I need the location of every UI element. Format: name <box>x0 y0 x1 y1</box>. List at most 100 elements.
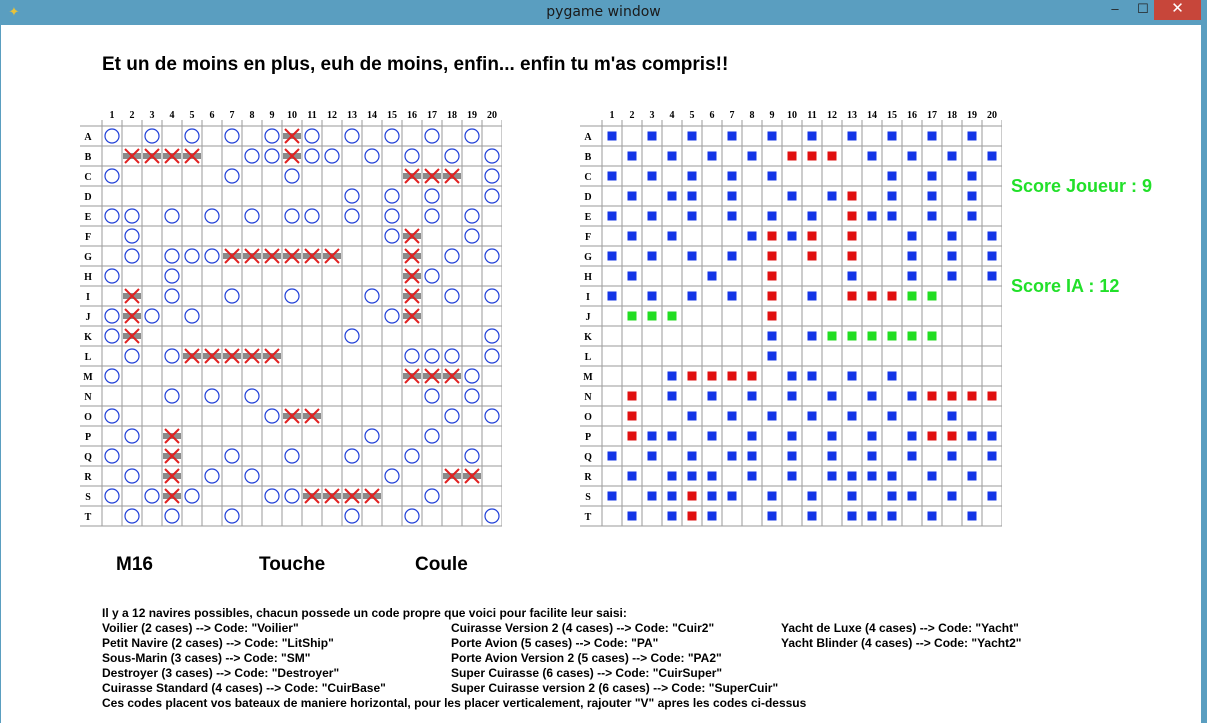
shot-miss-marker <box>807 291 817 301</box>
column-label: 8 <box>750 110 755 121</box>
column-label: 3 <box>650 110 655 121</box>
shot-miss-marker <box>947 251 957 261</box>
row-label: I <box>86 292 90 303</box>
shot-miss-marker <box>747 451 757 461</box>
column-label: 19 <box>467 110 477 121</box>
column-label: 6 <box>710 110 715 121</box>
shot-miss-marker <box>647 211 657 221</box>
shot-hit-marker <box>927 391 937 401</box>
shot-miss-marker <box>707 471 717 481</box>
shot-miss-marker <box>907 491 917 501</box>
shot-miss-marker <box>987 431 997 441</box>
shot-miss-marker <box>647 171 657 181</box>
column-label: 10 <box>787 110 797 121</box>
ship-position-marker <box>867 331 877 341</box>
instructions-footer: Ces codes placent vos bateaux de maniere… <box>102 696 807 710</box>
player-board[interactable]: 1 2 3 4 5 6 7 8 9 10 11 12 13 14 15 16 17 18 19 20ABCDEFGHI… <box>80 104 502 528</box>
shot-hit-marker <box>847 231 857 241</box>
shot-miss-marker <box>707 391 717 401</box>
shot-miss-marker <box>787 191 797 201</box>
ship-codes-column-2: Cuirasse Version 2 (4 cases) --> Code: "… <box>451 621 778 696</box>
row-label: P <box>585 432 591 443</box>
shot-miss-marker <box>727 211 737 221</box>
maximize-button[interactable]: ☐ <box>1129 0 1157 20</box>
ship-position-marker <box>907 291 917 301</box>
shot-miss-marker <box>867 211 877 221</box>
column-label: 7 <box>230 110 235 121</box>
shot-miss-marker <box>907 431 917 441</box>
row-label: G <box>584 252 592 263</box>
shot-miss-marker <box>847 471 857 481</box>
row-label: E <box>585 212 592 223</box>
shot-miss-marker <box>667 371 677 381</box>
ship-code-line: Destroyer (3 cases) --> Code: "Destroyer… <box>102 666 340 680</box>
shot-miss-marker <box>807 211 817 221</box>
shot-miss-marker <box>707 431 717 441</box>
shot-miss-marker <box>967 431 977 441</box>
shot-miss-marker <box>607 171 617 181</box>
shot-miss-marker <box>927 471 937 481</box>
row-label: G <box>84 252 92 263</box>
row-label: S <box>85 492 91 503</box>
shot-hit-marker <box>807 151 817 161</box>
ship-code-line: Yacht de Luxe (4 cases) --> Code: "Yacht… <box>781 621 1019 635</box>
ship-code-line: Porte Avion Version 2 (5 cases) --> Code… <box>451 651 722 665</box>
shot-miss-marker <box>767 511 777 521</box>
shot-miss-marker <box>787 451 797 461</box>
shot-miss-marker <box>827 471 837 481</box>
row-label: H <box>84 272 92 283</box>
row-label: T <box>585 512 592 523</box>
shot-hit-marker <box>627 411 637 421</box>
ship-position-marker <box>647 311 657 321</box>
hit-status: Touche <box>259 554 326 575</box>
shot-miss-marker <box>687 291 697 301</box>
shot-miss-marker <box>767 491 777 501</box>
shot-miss-marker <box>767 211 777 221</box>
column-label: 20 <box>987 110 997 121</box>
column-label: 13 <box>847 110 857 121</box>
shot-hit-marker <box>767 291 777 301</box>
row-label: B <box>585 152 592 163</box>
ai-board[interactable]: 1 2 3 4 5 6 7 8 9 10 11 12 13 14 15 16 17 18 19 20ABCDEFGHI… <box>580 104 1002 528</box>
shot-miss-marker <box>987 231 997 241</box>
shot-hit-marker <box>947 391 957 401</box>
shot-hit-marker <box>627 431 637 441</box>
shot-miss-marker <box>687 171 697 181</box>
shot-miss-marker <box>827 451 837 461</box>
shot-miss-marker <box>827 391 837 401</box>
shot-miss-marker <box>847 411 857 421</box>
column-label: 2 <box>630 110 635 121</box>
shot-miss-marker <box>927 131 937 141</box>
shot-miss-marker <box>967 471 977 481</box>
shot-miss-marker <box>927 191 937 201</box>
close-button[interactable]: ✕ <box>1154 0 1201 20</box>
shot-miss-marker <box>887 191 897 201</box>
row-label: O <box>84 412 92 423</box>
column-label: 13 <box>347 110 357 121</box>
shot-hit-marker <box>947 431 957 441</box>
row-label: D <box>84 192 91 203</box>
shot-hit-marker <box>787 151 797 161</box>
instructions-intro: Il y a 12 navires possibles, chacun poss… <box>102 606 627 620</box>
shot-miss-marker <box>667 151 677 161</box>
minimize-button[interactable]: – <box>1101 0 1129 20</box>
shot-miss-marker <box>687 471 697 481</box>
shot-hit-marker <box>927 431 937 441</box>
ai-score: Score IA : 12 <box>1011 276 1120 296</box>
ship-position-marker <box>627 311 637 321</box>
shot-miss-marker <box>707 151 717 161</box>
shot-miss-marker <box>647 431 657 441</box>
shot-hit-marker <box>627 391 637 401</box>
shot-miss-marker <box>807 511 817 521</box>
shot-miss-marker <box>947 451 957 461</box>
shot-miss-marker <box>687 131 697 141</box>
column-label: 4 <box>170 110 175 121</box>
shot-miss-marker <box>607 131 617 141</box>
shot-hit-marker <box>687 371 697 381</box>
column-label: 17 <box>427 110 437 121</box>
row-label: M <box>583 372 593 383</box>
shot-miss-marker <box>887 211 897 221</box>
shot-miss-marker <box>767 331 777 341</box>
shot-hit-marker <box>767 311 777 321</box>
shot-miss-marker <box>687 251 697 261</box>
